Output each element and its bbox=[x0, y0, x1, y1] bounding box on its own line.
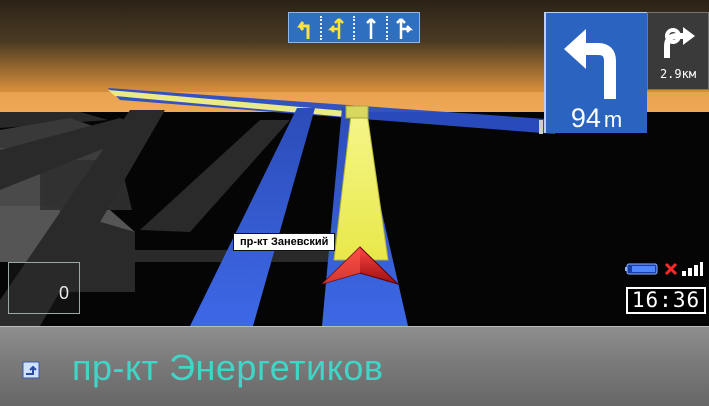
navigation-screen: 94 m 2.9км пр-кт Заневский 0 16:36 пр-кт… bbox=[0, 0, 709, 406]
lane-divider bbox=[352, 15, 355, 40]
turn-left-arrow-icon bbox=[564, 29, 616, 99]
gps-no-signal-icon bbox=[664, 262, 678, 276]
maneuver-panel[interactable]: 94 m bbox=[544, 12, 647, 133]
maneuver-distance-value: 94 bbox=[570, 103, 601, 133]
lane-left-turn-icon bbox=[290, 15, 318, 41]
lane-straight-left-icon bbox=[323, 15, 351, 41]
speed-indicator[interactable]: 0 bbox=[8, 262, 80, 314]
next-maneuver-distance: 2.9км bbox=[659, 67, 697, 81]
street-icon bbox=[22, 361, 40, 379]
turn-right-arrow-icon bbox=[664, 27, 695, 58]
map-street-label: пр-кт Заневский bbox=[233, 233, 336, 251]
lane-divider bbox=[319, 15, 322, 40]
lane-divider bbox=[386, 15, 389, 40]
clock: 16:36 bbox=[626, 287, 706, 314]
speed-value: 0 bbox=[58, 283, 69, 303]
lane-straight-icon bbox=[357, 15, 385, 41]
current-street-name: пр-кт Энергетиков bbox=[72, 347, 384, 388]
next-maneuver-panel[interactable]: 2.9км bbox=[647, 12, 709, 90]
lane-guidance bbox=[288, 12, 420, 43]
signal-bars-icon bbox=[682, 262, 703, 276]
battery-icon bbox=[625, 263, 658, 275]
lane-straight-right-icon bbox=[390, 15, 418, 41]
maneuver-distance-unit: m bbox=[603, 107, 623, 132]
current-street-bar[interactable]: пр-кт Энергетиков bbox=[0, 326, 709, 406]
maneuver-distance: 94 m bbox=[546, 103, 647, 134]
